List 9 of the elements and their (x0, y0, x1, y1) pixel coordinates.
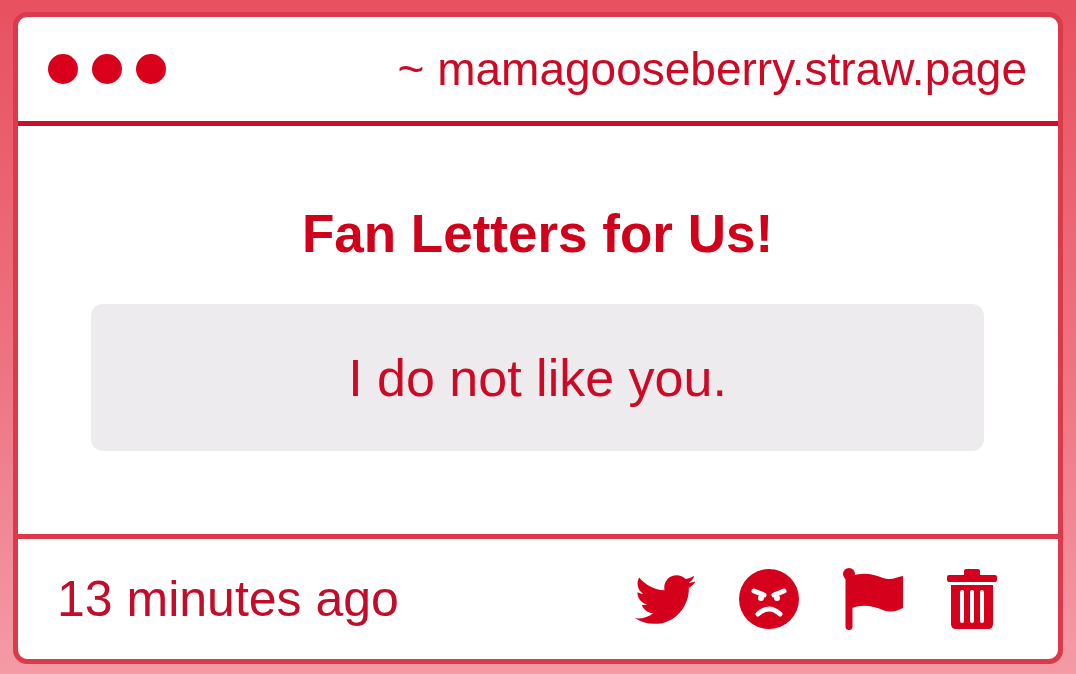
angry-face-icon[interactable] (739, 569, 799, 629)
page-title: Fan Letters for Us! (300, 207, 775, 260)
flag-icon[interactable] (843, 568, 903, 630)
dot-icon (48, 54, 78, 84)
bird-icon[interactable] (635, 574, 695, 624)
timestamp: 13 minutes ago (57, 574, 399, 624)
trash-icon[interactable] (947, 569, 997, 629)
dot-icon (136, 54, 166, 84)
dot-icon (92, 54, 122, 84)
